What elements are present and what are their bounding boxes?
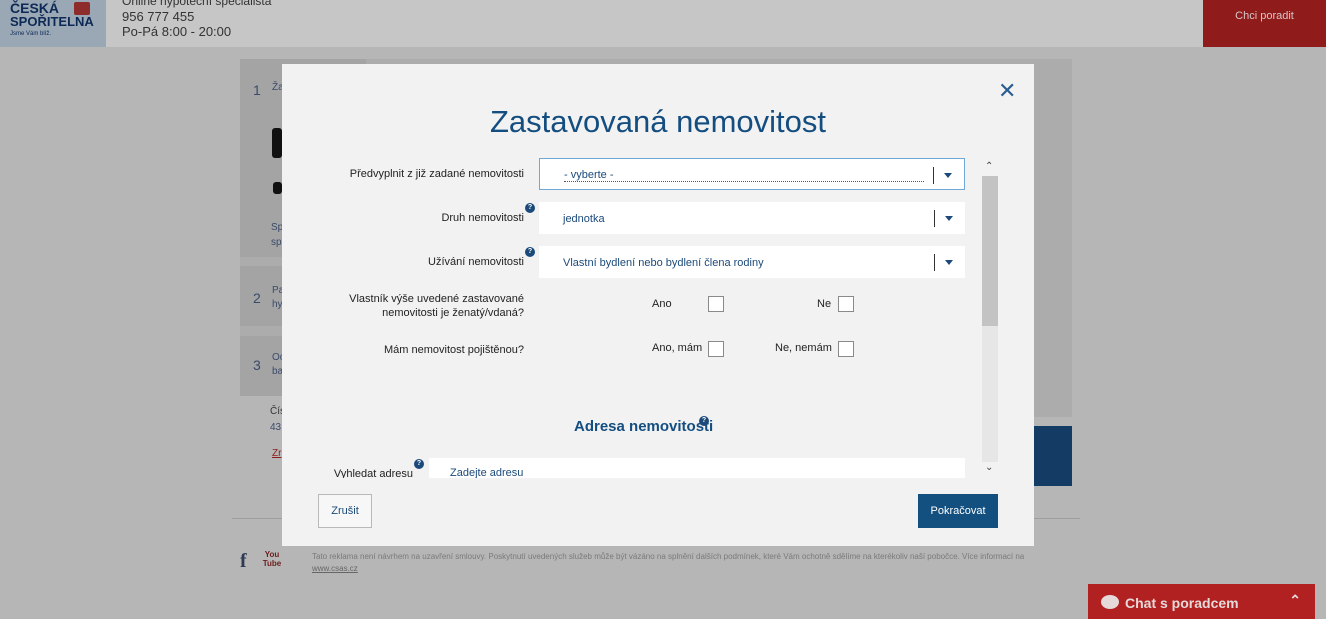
cancel-button[interactable]: Zrušit [318, 494, 372, 528]
property-usage-label: Užívání nemovitosti [428, 256, 524, 268]
address-search-label: Vyhledat adresu [333, 468, 413, 478]
background-link[interactable]: Zr [272, 448, 282, 459]
csas-link[interactable]: www.csas.cz [312, 564, 358, 573]
background-cis: Čís43 [270, 406, 282, 433]
married-yes-checkbox[interactable] [708, 296, 724, 312]
property-usage-select[interactable]: Vlastní bydlení nebo bydlení člena rodin… [539, 246, 965, 278]
chat-label: Chat s poradcem [1125, 595, 1239, 611]
property-type-select[interactable]: jednotka [539, 202, 965, 234]
scroll-up-icon[interactable]: ⌃ [985, 161, 993, 172]
modal-title: Zastavovaná nemovitost [489, 104, 826, 139]
property-type-label: Druh nemovitosti [441, 212, 524, 224]
prefill-label: Předvyplnit z již zadané nemovitosti [349, 168, 524, 180]
logo[interactable]: ČESKÁ SPOŘITELNA Jsme Vám blíž. [0, 0, 106, 47]
insured-yes-label: Ano, mám [652, 342, 703, 354]
background-redacted-2 [273, 182, 282, 194]
specialist-title: Online hypoteční specialista [122, 0, 272, 8]
chevron-up-icon[interactable]: ⌃ [1289, 592, 1301, 609]
property-usage-value: Vlastní bydlení nebo bydlení člena rodin… [563, 257, 764, 269]
prefill-value: - vyberte - [564, 169, 924, 182]
background-blue-button[interactable] [1034, 426, 1072, 486]
logo-mark-icon [74, 2, 90, 15]
scrollbar-thumb[interactable] [982, 176, 998, 326]
property-type-help-icon[interactable]: ? [525, 203, 535, 213]
advice-button[interactable]: Chci poradit [1203, 0, 1326, 47]
close-icon[interactable]: ✕ [998, 80, 1016, 102]
married-yes-label: Ano [652, 298, 672, 310]
modal-scrollbar[interactable]: ⌃ ⌄ [982, 160, 998, 480]
footer-disclaimer: Tato reklama není návrhem na uzavření sm… [312, 552, 1025, 573]
select-separator [933, 167, 934, 184]
youtube-icon[interactable]: You Tube [262, 550, 282, 570]
select-separator [934, 210, 935, 227]
logo-tagline: Jsme Vám blíž. [10, 31, 52, 37]
chevron-down-icon [944, 173, 952, 178]
modal-scroll-area: Předvyplnit z již zadané nemovitosti - v… [282, 158, 998, 478]
logo-line1: ČESKÁ [10, 0, 60, 16]
married-no-checkbox[interactable] [838, 296, 854, 312]
logo-line2: SPOŘITELNA [10, 14, 94, 29]
married-no-label: Ne [817, 298, 832, 310]
facebook-icon[interactable]: f [240, 550, 247, 573]
chevron-down-icon [945, 216, 953, 221]
chat-button[interactable]: Chat s poradcem ⌃ [1088, 584, 1315, 619]
insured-yes-checkbox[interactable] [708, 341, 724, 357]
married-label: Vlastník výše uvedené zastavované nemovi… [349, 293, 524, 319]
chevron-down-icon [945, 260, 953, 265]
insured-no-checkbox[interactable] [838, 341, 854, 357]
property-usage-help-icon[interactable]: ? [525, 247, 535, 257]
address-section-title: Adresa nemovitosti [574, 418, 714, 435]
insured-no-label: Ne, nemám [775, 342, 832, 354]
address-help-icon[interactable]: ? [699, 416, 709, 426]
insured-label: Mám nemovitost pojištěnou? [383, 344, 524, 356]
property-modal: ✕ Zastavovaná nemovitost Předvyplnit z j… [282, 64, 1034, 546]
scroll-down-icon[interactable]: ⌄ [985, 462, 993, 473]
prefill-select[interactable]: - vyberte - [539, 158, 965, 190]
continue-button[interactable]: Pokračovat [918, 494, 998, 528]
chat-bubble-icon [1101, 595, 1119, 609]
specialist-hours: Po-Pá 8:00 - 20:00 [122, 24, 232, 39]
background-sp: Sp sp [271, 222, 282, 248]
address-search-input[interactable]: Zadejte adresu [429, 458, 965, 478]
select-separator [934, 254, 935, 271]
specialist-phone[interactable]: 956 777 455 [122, 9, 271, 24]
property-type-value: jednotka [563, 213, 605, 225]
address-search-help-icon[interactable]: ? [414, 459, 424, 469]
specialist-info: Online hypoteční specialista 956 777 455… [122, 0, 271, 39]
background-redacted-1 [272, 128, 282, 158]
